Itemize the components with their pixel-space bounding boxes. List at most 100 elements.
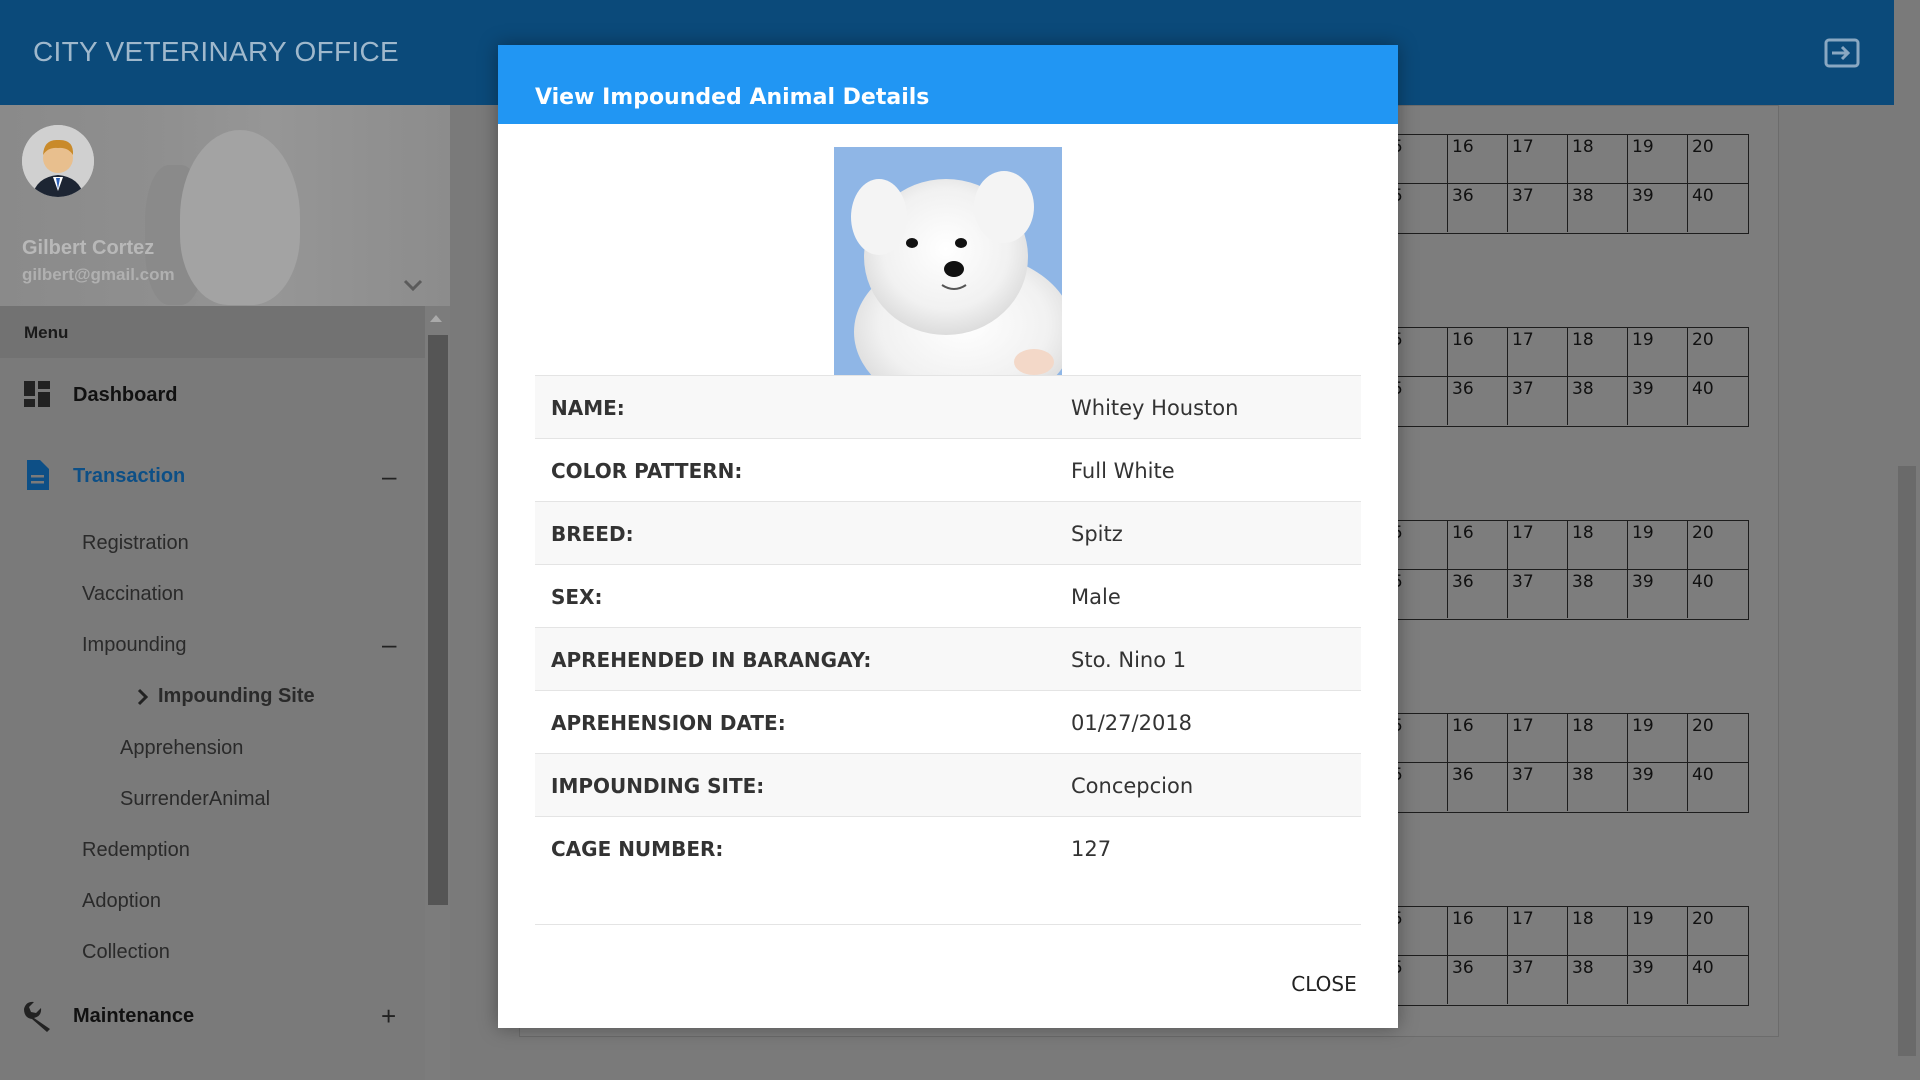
cage-cell[interactable]: 18 (1567, 907, 1627, 955)
modal-header: View Impounded Animal Details (498, 45, 1398, 124)
cage-cell[interactable]: 40 (1687, 184, 1748, 232)
detail-row: APREHENDED IN BARANGAY: Sto. Nino 1 (535, 627, 1361, 690)
detail-value: Concepcion (1071, 774, 1194, 798)
sidebar-item-dashboard[interactable]: Dashboard (73, 384, 177, 407)
cage-cell[interactable]: 17 (1507, 328, 1567, 376)
cage-cell[interactable]: 37 (1507, 184, 1567, 232)
impounding-collapse-toggle[interactable]: – (382, 629, 396, 660)
scroll-up-arrow-icon[interactable] (430, 315, 442, 322)
cage-grid-block: 5161718192053637383940 (1387, 520, 1749, 620)
cage-grid-row: 51617181920 (1388, 135, 1748, 184)
cage-grid-row: 53637383940 (1388, 570, 1748, 618)
cage-cell[interactable]: 36 (1447, 763, 1507, 811)
cage-cell[interactable]: 19 (1627, 135, 1687, 183)
cage-cell[interactable]: 18 (1567, 135, 1627, 183)
detail-value: Whitey Houston (1071, 396, 1239, 420)
detail-value: 01/27/2018 (1071, 711, 1193, 735)
sidebar-item-maintenance[interactable]: Maintenance (73, 1005, 194, 1028)
detail-label: CAGE NUMBER: (551, 837, 724, 861)
detail-label: IMPOUNDING SITE: (551, 774, 765, 798)
cage-cell[interactable]: 20 (1687, 328, 1748, 376)
sidebar-item-collection[interactable]: Collection (82, 941, 170, 964)
cage-cell[interactable]: 37 (1507, 570, 1567, 618)
cage-cell[interactable]: 37 (1507, 377, 1567, 425)
cage-cell[interactable]: 17 (1507, 907, 1567, 955)
cage-cell[interactable]: 39 (1627, 377, 1687, 425)
cage-cell[interactable]: 16 (1447, 135, 1507, 183)
cage-cell[interactable]: 40 (1687, 956, 1748, 1004)
cage-cell[interactable]: 19 (1627, 714, 1687, 762)
cage-cell[interactable]: 20 (1687, 714, 1748, 762)
cage-cell[interactable]: 37 (1507, 956, 1567, 1004)
detail-value: Full White (1071, 459, 1175, 483)
cage-grid-row: 53637383940 (1388, 763, 1748, 811)
sidebar-item-vaccination[interactable]: Vaccination (82, 583, 184, 606)
cage-cell[interactable]: 38 (1567, 956, 1627, 1004)
cage-cell[interactable]: 39 (1627, 763, 1687, 811)
cage-cell[interactable]: 16 (1447, 907, 1507, 955)
cage-cell[interactable]: 20 (1687, 907, 1748, 955)
cage-grid-row: 51617181920 (1388, 907, 1748, 956)
cage-cell[interactable]: 40 (1687, 763, 1748, 811)
cage-grid-row: 53637383940 (1388, 184, 1748, 232)
menu-header: Menu (0, 306, 425, 358)
detail-row: IMPOUNDING SITE: Concepcion (535, 753, 1361, 816)
cage-grid-block: 5161718192053637383940 (1387, 327, 1749, 427)
cage-cell[interactable]: 19 (1627, 907, 1687, 955)
cage-cell[interactable]: 18 (1567, 714, 1627, 762)
cage-cell[interactable]: 40 (1687, 377, 1748, 425)
cage-cell[interactable]: 39 (1627, 956, 1687, 1004)
page-scroll-thumb[interactable] (1898, 466, 1916, 1056)
cage-cell[interactable]: 19 (1627, 521, 1687, 569)
sidebar-item-impounding-site[interactable]: Impounding Site (158, 685, 315, 708)
cage-cell[interactable]: 37 (1507, 763, 1567, 811)
cage-cell[interactable]: 19 (1627, 328, 1687, 376)
logout-icon[interactable] (1824, 38, 1860, 68)
user-email: gilbert@gmail.com (22, 265, 175, 284)
cage-cell[interactable]: 36 (1447, 570, 1507, 618)
sidebar-item-adoption[interactable]: Adoption (82, 890, 161, 913)
sidebar-item-impounding[interactable]: Impounding (82, 634, 187, 657)
sidebar-item-redemption[interactable]: Redemption (82, 839, 190, 862)
close-button[interactable]: CLOSE (1284, 965, 1364, 1003)
sidebar-item-apprehension[interactable]: Apprehension (120, 737, 243, 760)
cage-grid-block: 5161718192053637383940 (1387, 906, 1749, 1006)
cage-cell[interactable]: 17 (1507, 714, 1567, 762)
cage-grid-row: 51617181920 (1388, 521, 1748, 570)
cage-cell[interactable]: 39 (1627, 184, 1687, 232)
chevron-down-icon[interactable] (402, 277, 424, 293)
puppy-background-image (180, 130, 300, 305)
detail-row: NAME: Whitey Houston (535, 375, 1361, 438)
sidebar-item-registration[interactable]: Registration (82, 532, 189, 555)
cage-cell[interactable]: 36 (1447, 184, 1507, 232)
cage-cell[interactable]: 16 (1447, 328, 1507, 376)
avatar[interactable] (22, 125, 94, 197)
cage-cell[interactable]: 20 (1687, 135, 1748, 183)
cage-cell[interactable]: 18 (1567, 521, 1627, 569)
sidebar-scroll-thumb[interactable] (428, 335, 448, 905)
cage-cell[interactable]: 20 (1687, 521, 1748, 569)
sidebar-item-transaction[interactable]: Transaction (73, 465, 185, 488)
sidebar-item-surrender-animal[interactable]: SurrenderAnimal (120, 788, 270, 811)
detail-value: Sto. Nino 1 (1071, 648, 1187, 672)
cage-cell[interactable]: 17 (1507, 135, 1567, 183)
cage-cell[interactable]: 36 (1447, 956, 1507, 1004)
cage-cell[interactable]: 18 (1567, 328, 1627, 376)
detail-label: APREHENSION DATE: (551, 711, 786, 735)
cage-cell[interactable]: 36 (1447, 377, 1507, 425)
detail-value: Spitz (1071, 522, 1123, 546)
cage-cell[interactable]: 40 (1687, 570, 1748, 618)
cage-cell[interactable]: 16 (1447, 521, 1507, 569)
cage-cell[interactable]: 38 (1567, 763, 1627, 811)
chevron-right-icon (137, 688, 148, 706)
cage-cell[interactable]: 38 (1567, 570, 1627, 618)
cage-cell[interactable]: 39 (1627, 570, 1687, 618)
transaction-collapse-toggle[interactable]: – (382, 461, 396, 492)
cage-cell[interactable]: 38 (1567, 184, 1627, 232)
maintenance-expand-toggle[interactable]: + (381, 1001, 396, 1032)
cage-cell[interactable]: 38 (1567, 377, 1627, 425)
cage-cell[interactable]: 17 (1507, 521, 1567, 569)
cage-cell[interactable]: 16 (1447, 714, 1507, 762)
detail-value: Male (1071, 585, 1121, 609)
cage-grid-row: 51617181920 (1388, 328, 1748, 377)
